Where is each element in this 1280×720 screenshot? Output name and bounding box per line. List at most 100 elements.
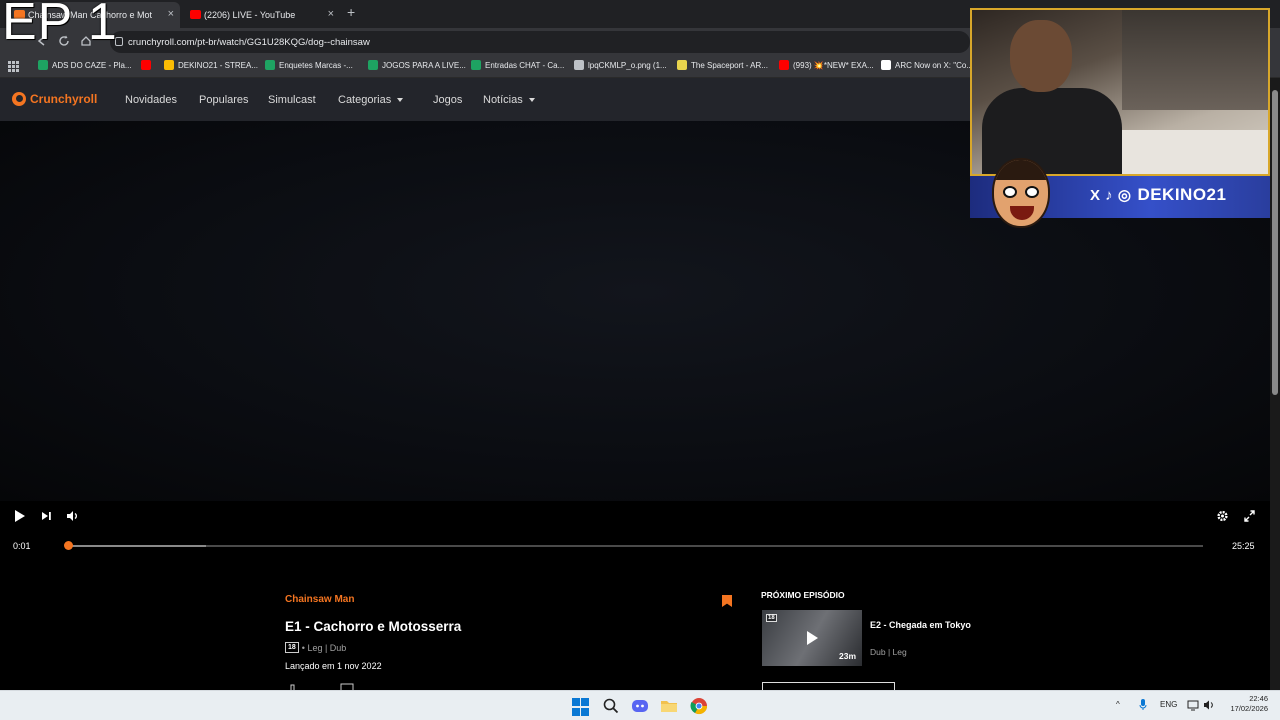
- bookmark-icon[interactable]: [722, 595, 732, 607]
- bookmark-label: lpqCKMLP_o.png (1...: [588, 60, 667, 70]
- volume-tray-icon[interactable]: [1203, 699, 1215, 713]
- search-icon[interactable]: [602, 697, 620, 715]
- nav-item-populares[interactable]: Populares: [199, 94, 249, 106]
- bookmark-favicon-icon: [779, 60, 789, 70]
- chevron-down-icon: [397, 98, 404, 103]
- next-episode-duration: 23m: [838, 651, 856, 661]
- url-field[interactable]: crunchyroll.com/pt-br/watch/GG1U28KQG/do…: [110, 31, 970, 53]
- play-button-icon[interactable]: [13, 509, 26, 528]
- crunchyroll-logo-icon: [12, 92, 26, 106]
- bookmark-item[interactable]: DEKINO21 - STREA...: [164, 60, 258, 70]
- bookmark-favicon-icon: [141, 60, 151, 70]
- bookmark-favicon-icon: [574, 60, 584, 70]
- audio-subtitle-info: • Leg | Dub: [301, 642, 347, 653]
- chevron-down-icon: [528, 98, 535, 103]
- bookmark-item[interactable]: ADS DO CAZE - Pla...: [38, 60, 132, 70]
- page-scrollbar[interactable]: [1270, 78, 1280, 690]
- bookmark-favicon-icon: [677, 60, 687, 70]
- series-link[interactable]: Chainsaw Man: [285, 594, 354, 605]
- bookmark-item[interactable]: [141, 60, 155, 70]
- nav-label: Novidades: [125, 94, 177, 106]
- windows-start-icon[interactable]: [572, 698, 590, 716]
- webcam-streamer-head: [1010, 20, 1072, 92]
- episode-meta: 18 • Leg | Dub: [285, 642, 346, 653]
- next-episode-audio: Dub | Leg: [870, 647, 907, 657]
- file-explorer-icon[interactable]: [660, 697, 678, 715]
- next-episode-icon[interactable]: [41, 509, 52, 528]
- stream-handle-row: X ♪ ◎ DEKINO21: [1090, 185, 1226, 205]
- discord-icon[interactable]: [631, 697, 649, 715]
- webcam-background: [1122, 10, 1268, 110]
- bookmark-favicon-icon: [368, 60, 378, 70]
- next-episode-title[interactable]: E2 - Chegada em Tokyo: [870, 620, 971, 630]
- maturity-rating-badge: 18: [285, 642, 299, 653]
- bookmark-label: Entradas CHAT - Ca...: [485, 60, 565, 70]
- bookmark-item[interactable]: The Spaceport - AR...: [677, 60, 768, 70]
- bookmark-label: The Spaceport - AR...: [691, 60, 768, 70]
- language-indicator[interactable]: ENG: [1160, 700, 1177, 709]
- episode-overlay-text: EP 1: [2, 0, 118, 51]
- close-tab-icon[interactable]: ×: [168, 8, 174, 20]
- volume-icon[interactable]: [66, 509, 79, 528]
- nav-item-noticias[interactable]: Notícias: [483, 94, 535, 106]
- next-rating-badge: 18: [766, 614, 777, 622]
- tab-youtube[interactable]: (2206) LIVE - YouTube ×: [184, 2, 340, 28]
- network-icon[interactable]: [1187, 699, 1199, 713]
- release-date: Lançado em 1 nov 2022: [285, 661, 382, 671]
- bookmark-item[interactable]: ARC Now on X: "Co...: [881, 60, 973, 70]
- seek-bar[interactable]: [70, 545, 1203, 547]
- bookmark-favicon-icon: [164, 60, 174, 70]
- url-text: crunchyroll.com/pt-br/watch/GG1U28KQG/do…: [128, 36, 370, 48]
- crunchyroll-logo[interactable]: Crunchyroll: [12, 92, 97, 106]
- new-tab-icon[interactable]: +: [347, 4, 355, 20]
- show-hidden-icons[interactable]: ^: [1116, 700, 1120, 709]
- episode-info-section: Chainsaw Man E1 - Cachorro e Motosserra …: [0, 565, 1280, 692]
- bookmark-label: JOGOS PARA A LIVE...: [382, 60, 466, 70]
- nav-label: Simulcast: [268, 94, 316, 106]
- episode-title: E1 - Cachorro e Motosserra: [285, 619, 462, 634]
- next-episode-thumbnail[interactable]: 18 23m: [762, 610, 862, 666]
- bookmark-favicon-icon: [38, 60, 48, 70]
- nav-item-jogos[interactable]: Jogos: [433, 94, 462, 106]
- bookmark-favicon-icon: [881, 60, 891, 70]
- nav-label: Categorias: [338, 94, 392, 106]
- fullscreen-icon[interactable]: [1243, 509, 1256, 528]
- nav-item-novidades[interactable]: Novidades: [125, 94, 177, 106]
- system-clock[interactable]: 22:46 17/02/2026: [1222, 694, 1268, 714]
- webcam-overlay: [970, 8, 1270, 176]
- brand-name: Crunchyroll: [30, 92, 98, 106]
- screen: Chainsaw Man Cachorro e Mot × (2206) LIV…: [0, 0, 1280, 720]
- bookmark-favicon-icon: [265, 60, 275, 70]
- streamer-handle: DEKINO21: [1137, 185, 1227, 204]
- chrome-icon[interactable]: [690, 697, 708, 715]
- bookmark-item[interactable]: JOGOS PARA A LIVE...: [368, 60, 466, 70]
- duration: 25:25: [1232, 541, 1255, 551]
- nav-label: Populares: [199, 94, 249, 106]
- bookmark-item[interactable]: lpqCKMLP_o.png (1...: [574, 60, 667, 70]
- bookmark-label: (993) 💥*NEW* EXA...: [793, 60, 874, 70]
- settings-gear-icon[interactable]: [1216, 509, 1229, 528]
- scrollbar-thumb[interactable]: [1272, 90, 1278, 395]
- nav-label: Jogos: [433, 94, 463, 106]
- close-tab-icon[interactable]: ×: [328, 8, 334, 20]
- microphone-icon[interactable]: [1139, 699, 1147, 713]
- bookmark-item[interactable]: Entradas CHAT - Ca...: [471, 60, 564, 70]
- youtube-favicon-icon: [190, 10, 201, 19]
- apps-grid-icon[interactable]: [8, 61, 19, 72]
- clock-time: 22:46: [1249, 694, 1268, 703]
- buffer-bar: [70, 545, 206, 547]
- bookmark-favicon-icon: [471, 60, 481, 70]
- current-time: 0:01: [13, 541, 31, 551]
- nav-item-simulcast[interactable]: Simulcast: [268, 94, 316, 106]
- play-icon: [807, 631, 818, 645]
- seek-handle[interactable]: [64, 541, 73, 550]
- bookmark-label: ARC Now on X: "Co...: [895, 60, 973, 70]
- nav-item-categorias[interactable]: Categorias: [338, 94, 404, 106]
- windows-taskbar: ^ ENG 22:46 17/02/2026: [0, 690, 1280, 720]
- bookmark-label: ADS DO CAZE - Pla...: [52, 60, 132, 70]
- nav-label: Notícias: [483, 94, 523, 106]
- next-episode-heading: PRÓXIMO EPISÓDIO: [761, 590, 845, 600]
- cartoon-avatar-icon: [992, 158, 1050, 228]
- bookmark-item[interactable]: (993) 💥*NEW* EXA...: [779, 60, 874, 70]
- bookmark-item[interactable]: Enquetes Marcas -...: [265, 60, 353, 70]
